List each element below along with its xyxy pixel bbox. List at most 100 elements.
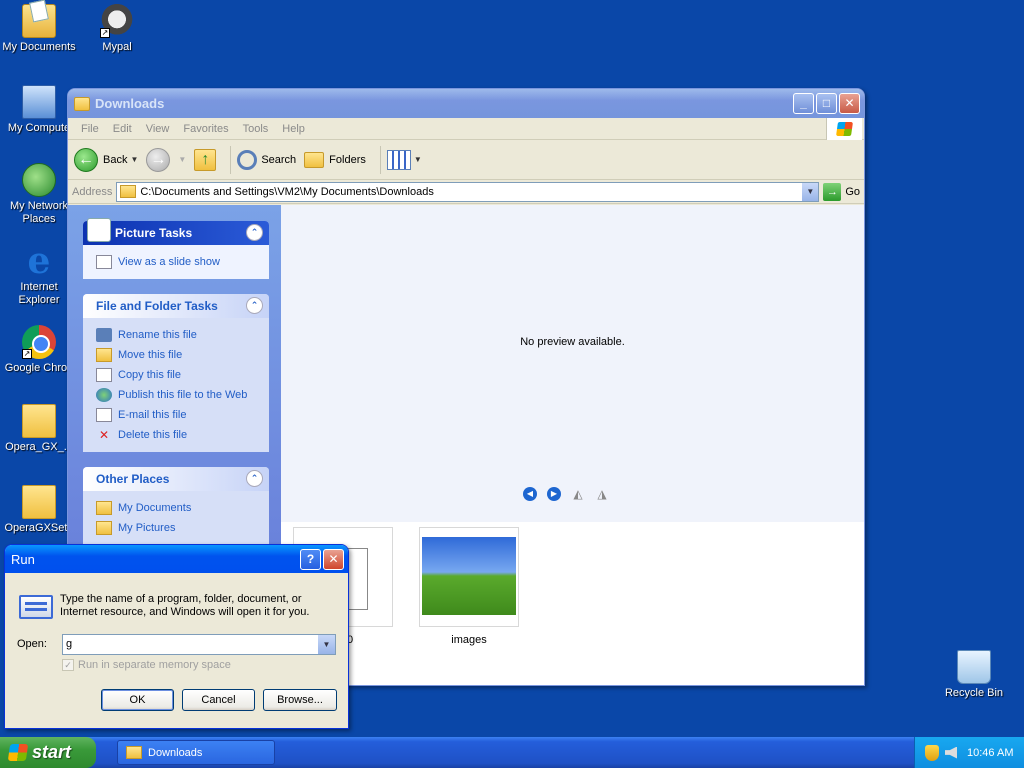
task-move[interactable]: Move this file: [96, 345, 259, 365]
close-button[interactable]: ✕: [323, 548, 344, 570]
rotate-right-icon[interactable]: ◮: [595, 487, 609, 501]
task-copy[interactable]: Copy this file: [96, 365, 259, 385]
maximize-button[interactable]: □: [816, 93, 837, 114]
slideshow-icon: [96, 255, 112, 269]
collapse-chevron-icon[interactable]: ⌃: [246, 470, 263, 487]
task-label: View as a slide show: [118, 256, 220, 268]
chevron-down-icon[interactable]: ▼: [802, 182, 819, 201]
task-email[interactable]: E-mail this file: [96, 405, 259, 425]
start-button[interactable]: start: [0, 737, 96, 768]
close-button[interactable]: ✕: [839, 93, 860, 114]
picture-tasks-header[interactable]: Picture Tasks ⌃: [83, 218, 269, 245]
desktop-icon-mypal[interactable]: ↗ Mypal: [78, 4, 156, 54]
folder-icon: [74, 96, 90, 111]
place-label: My Pictures: [118, 522, 176, 534]
address-label: Address: [72, 185, 113, 198]
rename-icon: [96, 328, 112, 342]
my-documents-icon: [22, 4, 56, 38]
back-arrow-icon: ←: [74, 147, 98, 172]
previous-image-button[interactable]: ◀: [523, 487, 537, 501]
address-bar: Address C:\Documents and Settings\VM2\My…: [68, 180, 864, 204]
preview-message: No preview available.: [520, 336, 625, 348]
up-button[interactable]: ↑: [194, 148, 217, 171]
task-label: Delete this file: [118, 429, 188, 441]
search-button[interactable]: Search: [237, 149, 296, 170]
file-folder-tasks-header[interactable]: File and Folder Tasks ⌃: [83, 294, 269, 318]
volume-icon[interactable]: [945, 746, 957, 759]
security-shield-icon[interactable]: [925, 744, 939, 761]
folder-up-icon: ↑: [194, 148, 217, 171]
folders-button[interactable]: Folders: [304, 151, 366, 168]
chevron-down-icon[interactable]: ▼: [130, 155, 138, 164]
cancel-button[interactable]: Cancel: [182, 689, 255, 711]
copy-icon: [96, 368, 112, 382]
collapse-chevron-icon[interactable]: ⌃: [246, 297, 263, 314]
go-label: Go: [845, 185, 860, 198]
system-tray: 10:46 AM: [914, 737, 1024, 768]
back-button[interactable]: ← Back ▼: [74, 147, 138, 172]
menu-favorites[interactable]: Favorites: [176, 123, 235, 135]
file-thumbnail-images[interactable]: [419, 527, 519, 627]
checkbox-check-icon: ✓: [62, 659, 74, 671]
preview-controls: ◀ ▶ ◭ ◮: [523, 487, 609, 501]
desktop-icon-my-documents[interactable]: My Documents: [0, 4, 78, 54]
folder-icon: [96, 501, 112, 515]
menu-help[interactable]: Help: [275, 123, 312, 135]
run-dialog[interactable]: Run ? ✕ Type the name of a program, fold…: [4, 544, 349, 729]
back-label: Back: [103, 153, 128, 166]
separate-memory-checkbox[interactable]: ✓ Run in separate memory space: [62, 659, 231, 671]
chevron-down-icon[interactable]: ▼: [318, 635, 335, 654]
address-input[interactable]: C:\Documents and Settings\VM2\My Documen…: [116, 181, 820, 202]
task-label: Publish this file to the Web: [118, 389, 248, 401]
folder-icon: [120, 185, 137, 198]
task-rename[interactable]: Rename this file: [96, 325, 259, 345]
chevron-down-icon[interactable]: ▼: [178, 155, 186, 164]
task-publish[interactable]: Publish this file to the Web: [96, 385, 259, 405]
task-label: Copy this file: [118, 369, 181, 381]
desktop-icon-recycle-bin[interactable]: Recycle Bin: [935, 650, 1013, 700]
forward-button[interactable]: → ▼: [146, 147, 186, 172]
menu-view[interactable]: View: [139, 123, 177, 135]
place-my-pictures[interactable]: My Pictures: [96, 518, 259, 538]
place-my-documents[interactable]: My Documents: [96, 498, 259, 518]
rotate-left-icon[interactable]: ◭: [571, 487, 585, 501]
next-image-button[interactable]: ▶: [547, 487, 561, 501]
minimize-button[interactable]: _: [793, 93, 814, 114]
image-preview: [422, 537, 516, 615]
help-button[interactable]: ?: [300, 548, 321, 570]
explorer-titlebar[interactable]: Downloads _ □ ✕: [68, 89, 864, 118]
collapse-chevron-icon[interactable]: ⌃: [246, 224, 263, 241]
other-places-panel: Other Places ⌃ My Documents My Pictures: [83, 467, 269, 545]
panel-title: File and Folder Tasks: [96, 299, 218, 313]
run-titlebar[interactable]: Run ? ✕: [5, 545, 348, 573]
toolbar-separator: [230, 145, 232, 174]
task-view-slideshow[interactable]: View as a slide show: [96, 252, 259, 272]
clock[interactable]: 10:46 AM: [967, 747, 1013, 759]
mypal-icon: ↗: [100, 4, 134, 38]
menu-tools[interactable]: Tools: [236, 123, 276, 135]
folder-icon: [126, 746, 142, 759]
other-places-header[interactable]: Other Places ⌃: [83, 467, 269, 491]
shortcut-arrow-icon: ↗: [100, 28, 110, 38]
menu-bar: File Edit View Favorites Tools Help: [68, 118, 864, 140]
browse-button[interactable]: Browse...: [263, 689, 337, 711]
taskbar-item-downloads[interactable]: Downloads: [117, 740, 275, 765]
open-value: g: [66, 638, 73, 650]
shortcut-arrow-icon: ↗: [22, 349, 32, 359]
preview-area: No preview available. ◀ ▶ ◭ ◮: [281, 205, 864, 522]
place-label: My Documents: [118, 502, 192, 514]
search-icon: [237, 149, 258, 170]
views-button[interactable]: ▼: [386, 149, 422, 170]
taskbar: start Downloads 10:46 AM: [0, 737, 1024, 768]
menu-edit[interactable]: Edit: [106, 123, 139, 135]
go-button[interactable]: → Go: [823, 182, 860, 201]
menu-file[interactable]: File: [74, 123, 106, 135]
run-icon: [19, 595, 53, 619]
folder-icon: [22, 404, 56, 438]
chrome-icon: ↗: [22, 325, 56, 359]
task-delete[interactable]: ✕ Delete this file: [96, 425, 259, 445]
folder-icon: [22, 485, 56, 519]
ok-button[interactable]: OK: [101, 689, 174, 711]
forward-arrow-icon: →: [146, 147, 171, 172]
open-combobox[interactable]: g ▼: [62, 634, 336, 655]
